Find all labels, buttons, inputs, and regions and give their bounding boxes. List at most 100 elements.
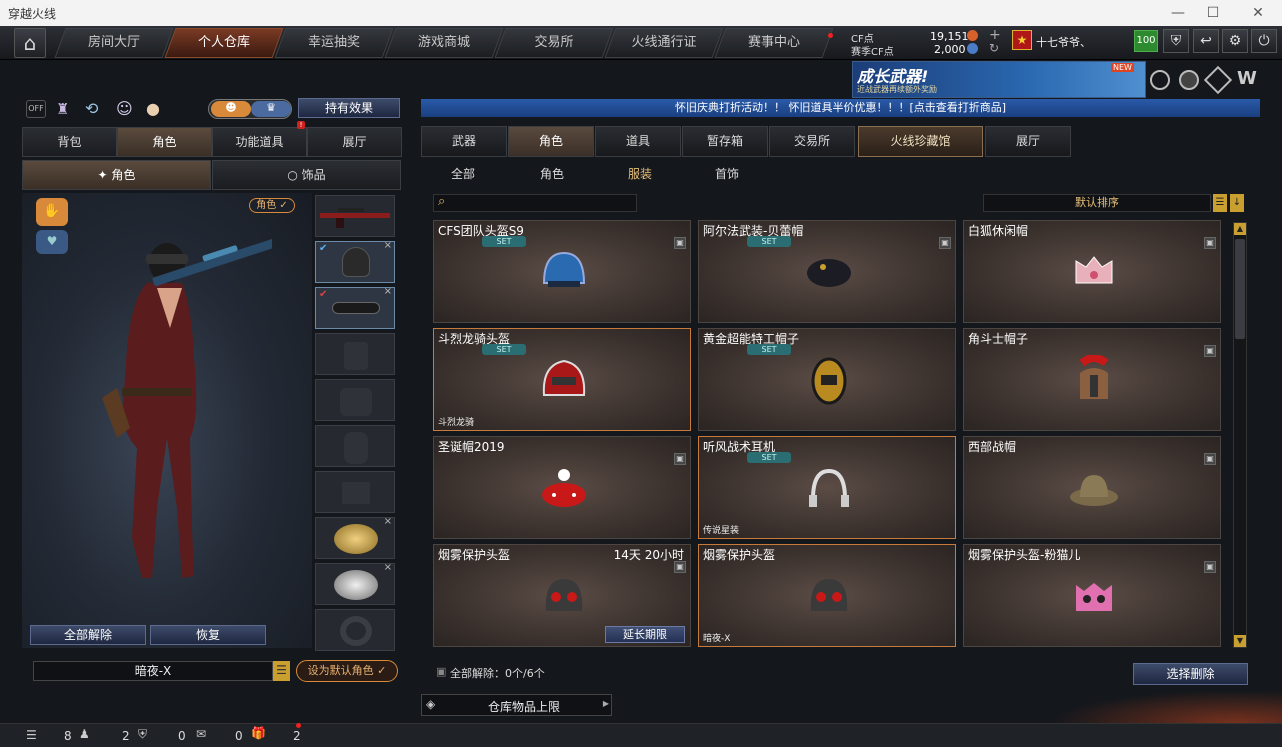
remove-icon[interactable]: ×: [384, 286, 392, 297]
subtab-all[interactable]: 全部: [451, 165, 475, 182]
item-card[interactable]: 角斗士帽子 ▣: [963, 328, 1221, 431]
emblem-view-icon[interactable]: ♛: [251, 101, 291, 117]
subtab-character[interactable]: 角色: [540, 165, 564, 182]
select-delete-button[interactable]: 选择删除: [1133, 663, 1248, 685]
slot-gold-dragon[interactable]: ×: [315, 516, 395, 559]
character-name-field[interactable]: 暗夜-X: [33, 661, 273, 681]
maximize-icon[interactable]: ☐: [1203, 3, 1223, 23]
lock-icon[interactable]: ▣: [1204, 561, 1216, 573]
remove-icon[interactable]: ×: [384, 562, 392, 573]
remove-icon[interactable]: ×: [384, 240, 392, 251]
emblem-icon-2[interactable]: [1179, 70, 1199, 90]
nav-tab-exchange[interactable]: 交易所: [494, 28, 614, 58]
right-tab-collection[interactable]: 火线珍藏馆: [858, 126, 983, 157]
list-view-icon[interactable]: ☰: [1213, 194, 1227, 212]
slot-body[interactable]: [315, 425, 395, 467]
nav-tab-warehouse[interactable]: 个人仓库: [164, 28, 284, 58]
character-view-icon[interactable]: ☻: [211, 101, 251, 117]
subtab-clothing[interactable]: 服装: [628, 165, 652, 182]
emblem-icon-3[interactable]: [1203, 65, 1233, 95]
slot-pants[interactable]: [315, 471, 395, 513]
restore-button[interactable]: 恢复: [150, 625, 266, 645]
left-tab-role[interactable]: 角色: [117, 127, 212, 157]
menu-icon[interactable]: ☰: [273, 661, 290, 681]
friends-icon[interactable]: ♟: [79, 727, 90, 741]
character-preview[interactable]: ✋ ♥ 角色 ✓: [22, 193, 312, 648]
announcement-bar[interactable]: 怀旧庆典打折活动！！ 怀旧道具半价优惠！！！[点击查看打折商品]: [421, 99, 1260, 117]
home-button[interactable]: ⌂: [14, 28, 46, 58]
lock-icon[interactable]: ▣: [939, 237, 951, 249]
effects-button[interactable]: 持有效果: [298, 98, 400, 118]
power-icon[interactable]: ⏻: [1251, 29, 1277, 53]
item-card[interactable]: CFS团队头盔S9 SET ▣: [433, 220, 691, 323]
sort-dropdown[interactable]: 默认排序: [983, 194, 1211, 212]
clan-shield-icon[interactable]: ⛨: [138, 727, 147, 742]
item-card[interactable]: 烟雾保护头盔 14天 20小时 ▣ 延长期限: [433, 544, 691, 647]
slot-silver-dragon[interactable]: ×: [315, 562, 395, 605]
unequip-all-button[interactable]: 全部解除: [30, 625, 146, 645]
emblem-icon-1[interactable]: [1150, 70, 1170, 90]
search-input[interactable]: ⌕: [433, 194, 637, 212]
shield-icon[interactable]: ⛨: [1163, 29, 1189, 53]
subtab-jewelry[interactable]: 首饰: [715, 165, 739, 182]
toggle-off-icon[interactable]: OFF: [26, 100, 46, 118]
nav-tab-lobby[interactable]: 房间大厅: [54, 28, 174, 58]
extend-button[interactable]: 延长期限: [605, 626, 685, 643]
slot-jacket[interactable]: [315, 379, 395, 421]
slot-sniper-rifle[interactable]: [315, 195, 395, 237]
promo-banner[interactable]: 成长武器! 近战武器再续额外奖励 NEW: [852, 61, 1146, 98]
right-tab-gallery[interactable]: 展厅: [985, 126, 1071, 157]
scroll-thumb[interactable]: [1235, 239, 1245, 339]
nav-tab-shop[interactable]: 游戏商城: [384, 28, 504, 58]
remove-icon[interactable]: ×: [384, 516, 392, 527]
view-toggle[interactable]: ☻ ♛: [208, 99, 292, 119]
set-default-role-button[interactable]: 设为默认角色 ✓: [296, 660, 398, 682]
lock-icon[interactable]: ▣: [1204, 345, 1216, 357]
right-tab-storage[interactable]: 暂存箱: [682, 126, 768, 157]
left-tab-items[interactable]: 功能道具: [212, 127, 307, 157]
item-card[interactable]: 黄金超能特工帽子 SET: [698, 328, 956, 431]
emblem-icon-4[interactable]: W: [1237, 68, 1257, 89]
slot-ring[interactable]: [315, 609, 395, 651]
close-icon[interactable]: ✕: [1248, 3, 1268, 23]
item-card[interactable]: 烟雾保护头盔-粉猫儿 ▣: [963, 544, 1221, 647]
slot-goggles[interactable]: ✔ ×: [315, 286, 395, 329]
cycle-icon[interactable]: ⟲: [85, 99, 98, 118]
lock-icon[interactable]: ▣: [674, 561, 686, 573]
lock-icon[interactable]: ▣: [1204, 237, 1216, 249]
item-card[interactable]: 西部战帽 ▣: [963, 436, 1221, 539]
pose-icon[interactable]: ✋: [36, 198, 68, 226]
item-card[interactable]: 听风战术耳机 SET 传说星装: [698, 436, 956, 539]
right-tab-items[interactable]: 道具: [595, 126, 681, 157]
item-card[interactable]: 斗烈龙骑头盔 SET 斗烈龙骑: [433, 328, 691, 431]
nav-tab-pass[interactable]: 火线通行证: [604, 28, 724, 58]
podium-icon[interactable]: ♜: [56, 100, 69, 118]
gear-icon[interactable]: ⚙: [1222, 29, 1248, 53]
left-tab-gallery[interactable]: 展厅: [307, 127, 402, 157]
person-icon[interactable]: ☺: [116, 99, 133, 118]
gift-icon[interactable]: 🎁: [251, 726, 266, 740]
nav-tab-events[interactable]: 赛事中心: [714, 28, 834, 58]
item-card[interactable]: 烟雾保护头盔 暗夜-X: [698, 544, 956, 647]
refresh-icon[interactable]: ↻: [989, 41, 999, 55]
back-icon[interactable]: ↩: [1193, 29, 1219, 53]
right-tab-exchange[interactable]: 交易所: [769, 126, 855, 157]
item-card[interactable]: 圣诞帽2019 ▣: [433, 436, 691, 539]
lock-icon[interactable]: ▣: [1204, 453, 1216, 465]
storage-limit-bar[interactable]: ◈ 仓库物品上限 ▶: [421, 694, 612, 716]
item-card[interactable]: 白狐休闲帽 ▣: [963, 220, 1221, 323]
scroll-down-icon[interactable]: ▼: [1234, 635, 1246, 647]
minimize-icon[interactable]: —: [1168, 3, 1188, 23]
chat-icon[interactable]: ✉: [196, 727, 206, 741]
subtab-accessory[interactable]: ○ 饰品: [212, 160, 401, 190]
right-tab-weapons[interactable]: 武器: [421, 126, 507, 157]
slot-helmet[interactable]: ✔ ×: [315, 240, 395, 283]
subtab-role[interactable]: ✦ 角色: [22, 160, 211, 190]
list-icon[interactable]: ☰: [26, 728, 37, 742]
slot-vest[interactable]: [315, 333, 395, 375]
lock-icon[interactable]: ▣: [674, 237, 686, 249]
nav-tab-lottery[interactable]: 幸运抽奖: [274, 28, 394, 58]
egg-icon[interactable]: ●: [146, 99, 160, 118]
right-tab-role[interactable]: 角色: [508, 126, 594, 157]
left-tab-bag[interactable]: 背包: [22, 127, 117, 157]
